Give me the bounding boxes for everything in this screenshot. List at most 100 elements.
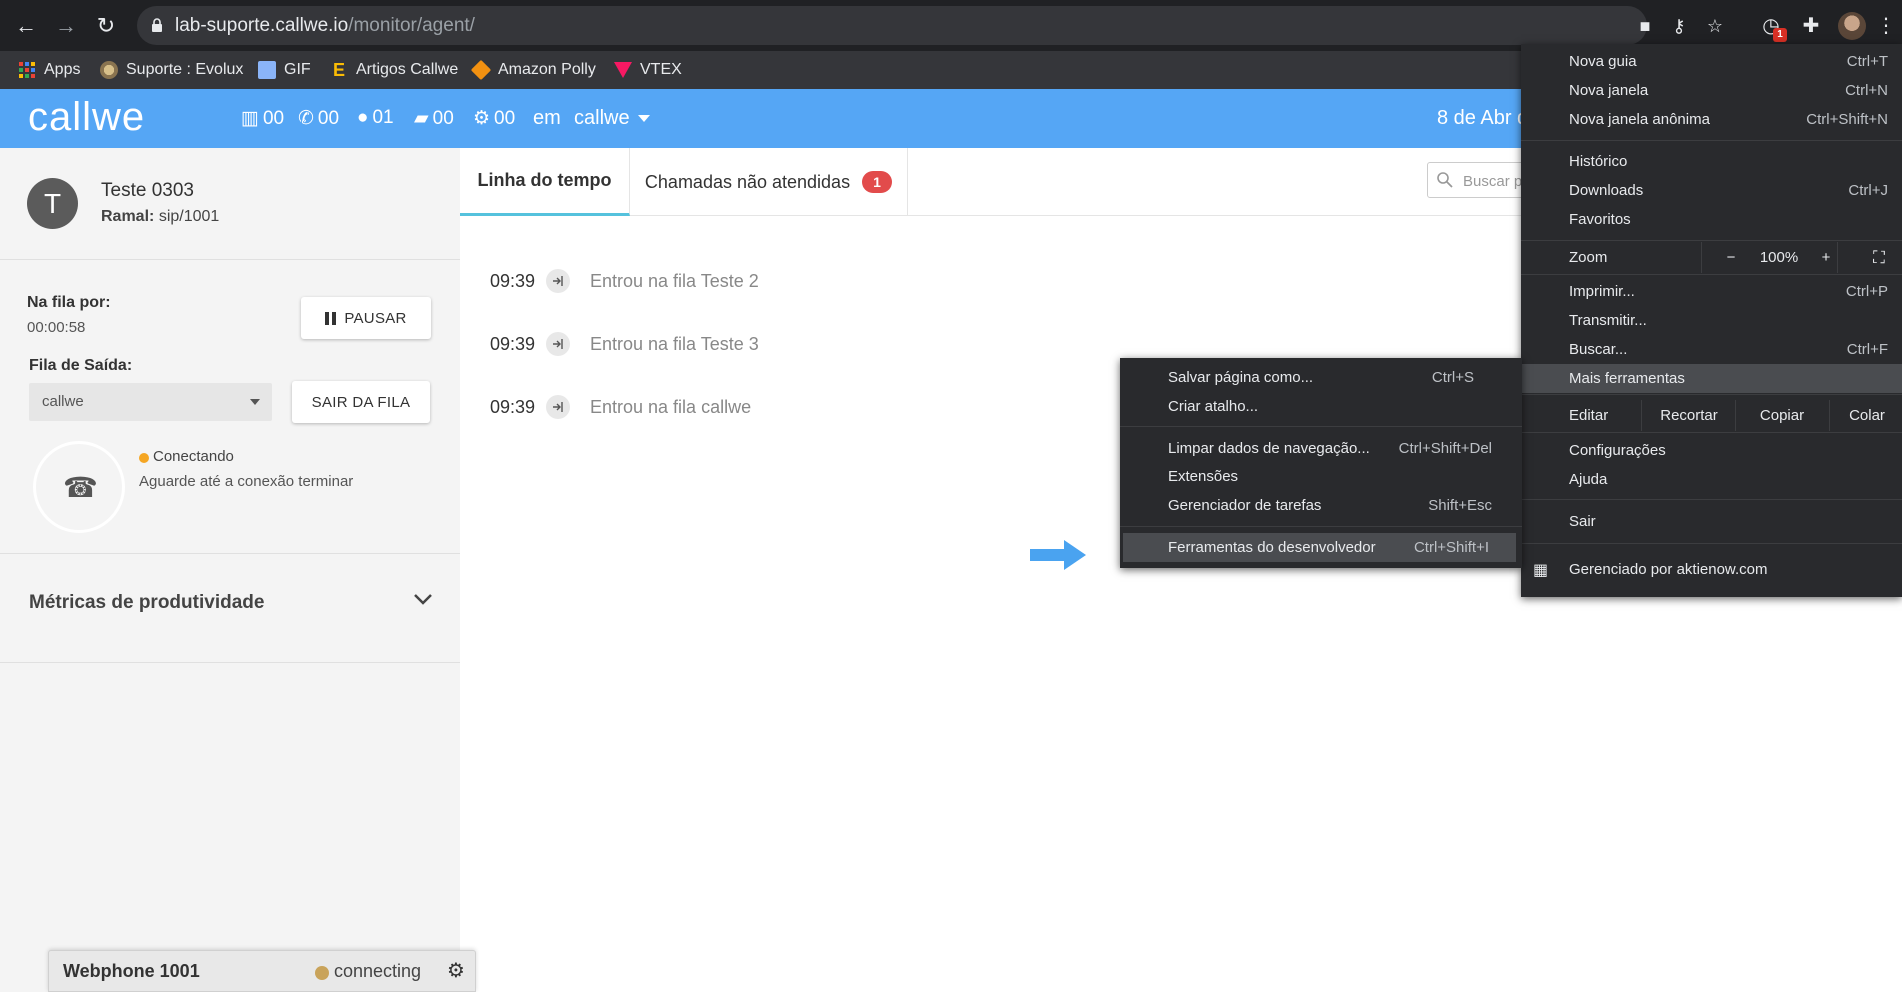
pause-button[interactable]: PAUSAR (301, 297, 431, 339)
stat-agents[interactable]: ● 01 (357, 107, 394, 129)
stat-calls[interactable]: ✆ 00 (298, 107, 339, 130)
metrics-accordion[interactable]: Métricas de produtividade (0, 553, 460, 663)
menu-label: Salvar página como... (1168, 369, 1314, 386)
menu-item-favorites[interactable]: Favoritos (1521, 205, 1902, 234)
timeline-item: 09:39 Entrou na fila callwe (490, 392, 751, 422)
telephone-icon: ☎ (63, 472, 98, 503)
bookmark-artigos-callwe[interactable]: E Artigos Callwe (330, 51, 458, 89)
bookmark-label: Amazon Polly (498, 61, 596, 78)
webphone-bar[interactable]: Webphone 1001 connecting ⚙ (48, 950, 476, 992)
menu-label: Nova janela (1569, 82, 1649, 99)
tab-timeline[interactable]: Linha do tempo (460, 148, 630, 216)
menu-shortcut: Ctrl+F (1846, 341, 1888, 358)
menu-item-new-window[interactable]: Nova janela Ctrl+N (1521, 76, 1902, 105)
menu-item-print[interactable]: Imprimir... Ctrl+P (1521, 277, 1902, 306)
profile-avatar[interactable] (1838, 12, 1866, 40)
star-icon[interactable]: ☆ (1703, 14, 1727, 38)
agent-card: T Teste 0303 Ramal: sip/1001 (0, 148, 460, 260)
menu-divider (1521, 394, 1902, 395)
gear-icon[interactable]: ⚙ (447, 960, 465, 982)
camera-icon[interactable]: ■ (1633, 14, 1657, 38)
menu-item-exit[interactable]: Sair (1521, 507, 1902, 536)
timeline-text: Entrou na fila Teste 3 (590, 333, 759, 354)
call-circle[interactable]: ☎ (33, 441, 125, 533)
callwe-logo[interactable]: callwe (28, 95, 145, 140)
bookmark-label: Apps (44, 61, 81, 78)
exit-queue-label: Fila de Saída: (29, 357, 133, 374)
menu-item-history[interactable]: Histórico (1521, 147, 1902, 176)
bookmark-amazon-polly[interactable]: Amazon Polly (470, 51, 596, 89)
menu-item-more-tools[interactable]: Mais ferramentas (1521, 364, 1902, 393)
back-arrow-icon[interactable]: ← (10, 10, 42, 42)
queue-icon: ▥ (241, 108, 259, 129)
menu-divider (1521, 432, 1902, 433)
ramal-label: Ramal: (101, 208, 155, 225)
menu-label: Ferramentas do desenvolvedor (1168, 539, 1376, 556)
copy-button[interactable]: Copiar (1737, 407, 1827, 424)
exit-queue-dropdown[interactable]: callwe (29, 383, 272, 421)
pause-label: PAUSAR (344, 309, 407, 327)
menu-item-help[interactable]: Ajuda (1521, 465, 1902, 494)
search-input[interactable]: Buscar p (1427, 162, 1527, 198)
timeline-text: Entrou na fila Teste 2 (590, 270, 759, 291)
forward-arrow-icon[interactable]: → (50, 10, 82, 42)
gear-icon: ⚙ (473, 108, 491, 129)
menu-item-save-page[interactable]: Salvar página como... Ctrl+S (1120, 363, 1522, 392)
fullscreen-icon[interactable]: ⛶ (1869, 248, 1889, 268)
bookmark-vtex[interactable]: VTEX (614, 51, 682, 89)
search-icon (1437, 172, 1453, 188)
bookmark-label: Artigos Callwe (356, 61, 459, 78)
bookmark-evolux[interactable]: Suporte : Evolux (100, 51, 243, 89)
leave-queue-button[interactable]: SAIR DA FILA (292, 381, 430, 423)
menu-item-extensions[interactable]: Extensões (1120, 462, 1522, 491)
kebab-menu-icon[interactable]: ⋮ (1876, 12, 1896, 40)
menu-item-cast[interactable]: Transmitir... (1521, 306, 1902, 335)
cut-button[interactable]: Recortar (1643, 407, 1735, 424)
menu-item-new-tab[interactable]: Nova guia Ctrl+T (1521, 47, 1902, 76)
menu-label: Zoom (1569, 249, 1608, 266)
queue-selector[interactable]: callwe (574, 107, 650, 130)
bookmark-gif[interactable]: GIF (258, 51, 311, 89)
stat-paused[interactable]: ▰ 00 (414, 107, 454, 130)
stat-settings[interactable]: ⚙ 00 (473, 107, 515, 130)
puzzle-icon[interactable]: ✚ (1797, 12, 1825, 40)
bookmark-apps[interactable]: Apps (18, 51, 80, 89)
missed-count-badge: 1 (862, 171, 893, 193)
enter-queue-icon (546, 269, 570, 293)
menu-item-clear-data[interactable]: Limpar dados de navegação... Ctrl+Shift+D… (1120, 434, 1522, 463)
menu-item-find[interactable]: Buscar... Ctrl+F (1521, 335, 1902, 364)
search-placeholder: Buscar p (1463, 173, 1523, 190)
zoom-out-button[interactable]: − (1716, 249, 1746, 266)
menu-label: Favoritos (1569, 211, 1631, 228)
tab-missed-calls[interactable]: Chamadas não atendidas 1 (630, 148, 908, 216)
menu-shortcut: Shift+Esc (1428, 497, 1492, 514)
menu-label: Sair (1569, 513, 1596, 530)
bookmark-label: Suporte : Evolux (126, 61, 244, 78)
gif-icon (258, 61, 276, 79)
timeline-time: 09:39 (490, 396, 536, 417)
menu-item-downloads[interactable]: Downloads Ctrl+J (1521, 176, 1902, 205)
menu-label: Mais ferramentas (1569, 370, 1685, 387)
menu-item-create-shortcut[interactable]: Criar atalho... (1120, 392, 1522, 421)
address-bar[interactable]: lab-suporte.callwe.io/monitor/agent/ ■ ⚷… (137, 6, 1723, 45)
chevron-down-icon[interactable] (412, 588, 434, 610)
vtex-icon (614, 62, 632, 78)
connection-status: Conectando (153, 448, 234, 465)
stat-queue[interactable]: ▥ 00 (241, 107, 284, 130)
menu-label: Limpar dados de navegação... (1168, 440, 1370, 457)
menu-item-managed[interactable]: ▦ Gerenciado por aktienow.com (1521, 555, 1902, 584)
menu-item-task-manager[interactable]: Gerenciador de tarefas Shift+Esc (1120, 491, 1522, 520)
paste-button[interactable]: Colar (1831, 407, 1902, 424)
amazon-box-icon (470, 59, 492, 81)
reload-icon[interactable]: ↻ (90, 10, 122, 42)
menu-label: Nova guia (1569, 53, 1637, 70)
menu-item-settings[interactable]: Configurações (1521, 436, 1902, 465)
menu-item-dev-tools[interactable]: Ferramentas do desenvolvedor Ctrl+Shift+I (1123, 533, 1516, 562)
url-host: lab-suporte.callwe.io (175, 15, 349, 36)
tab-label: Chamadas não atendidas (644, 171, 851, 192)
agent-panel: T Teste 0303 Ramal: sip/1001 Na fila por… (0, 148, 460, 992)
menu-item-incognito[interactable]: Nova janela anônima Ctrl+Shift+N (1521, 105, 1902, 134)
key-icon[interactable]: ⚷ (1667, 14, 1691, 38)
menu-label: Extensões (1168, 468, 1239, 485)
menu-label: Criar atalho... (1168, 398, 1259, 415)
